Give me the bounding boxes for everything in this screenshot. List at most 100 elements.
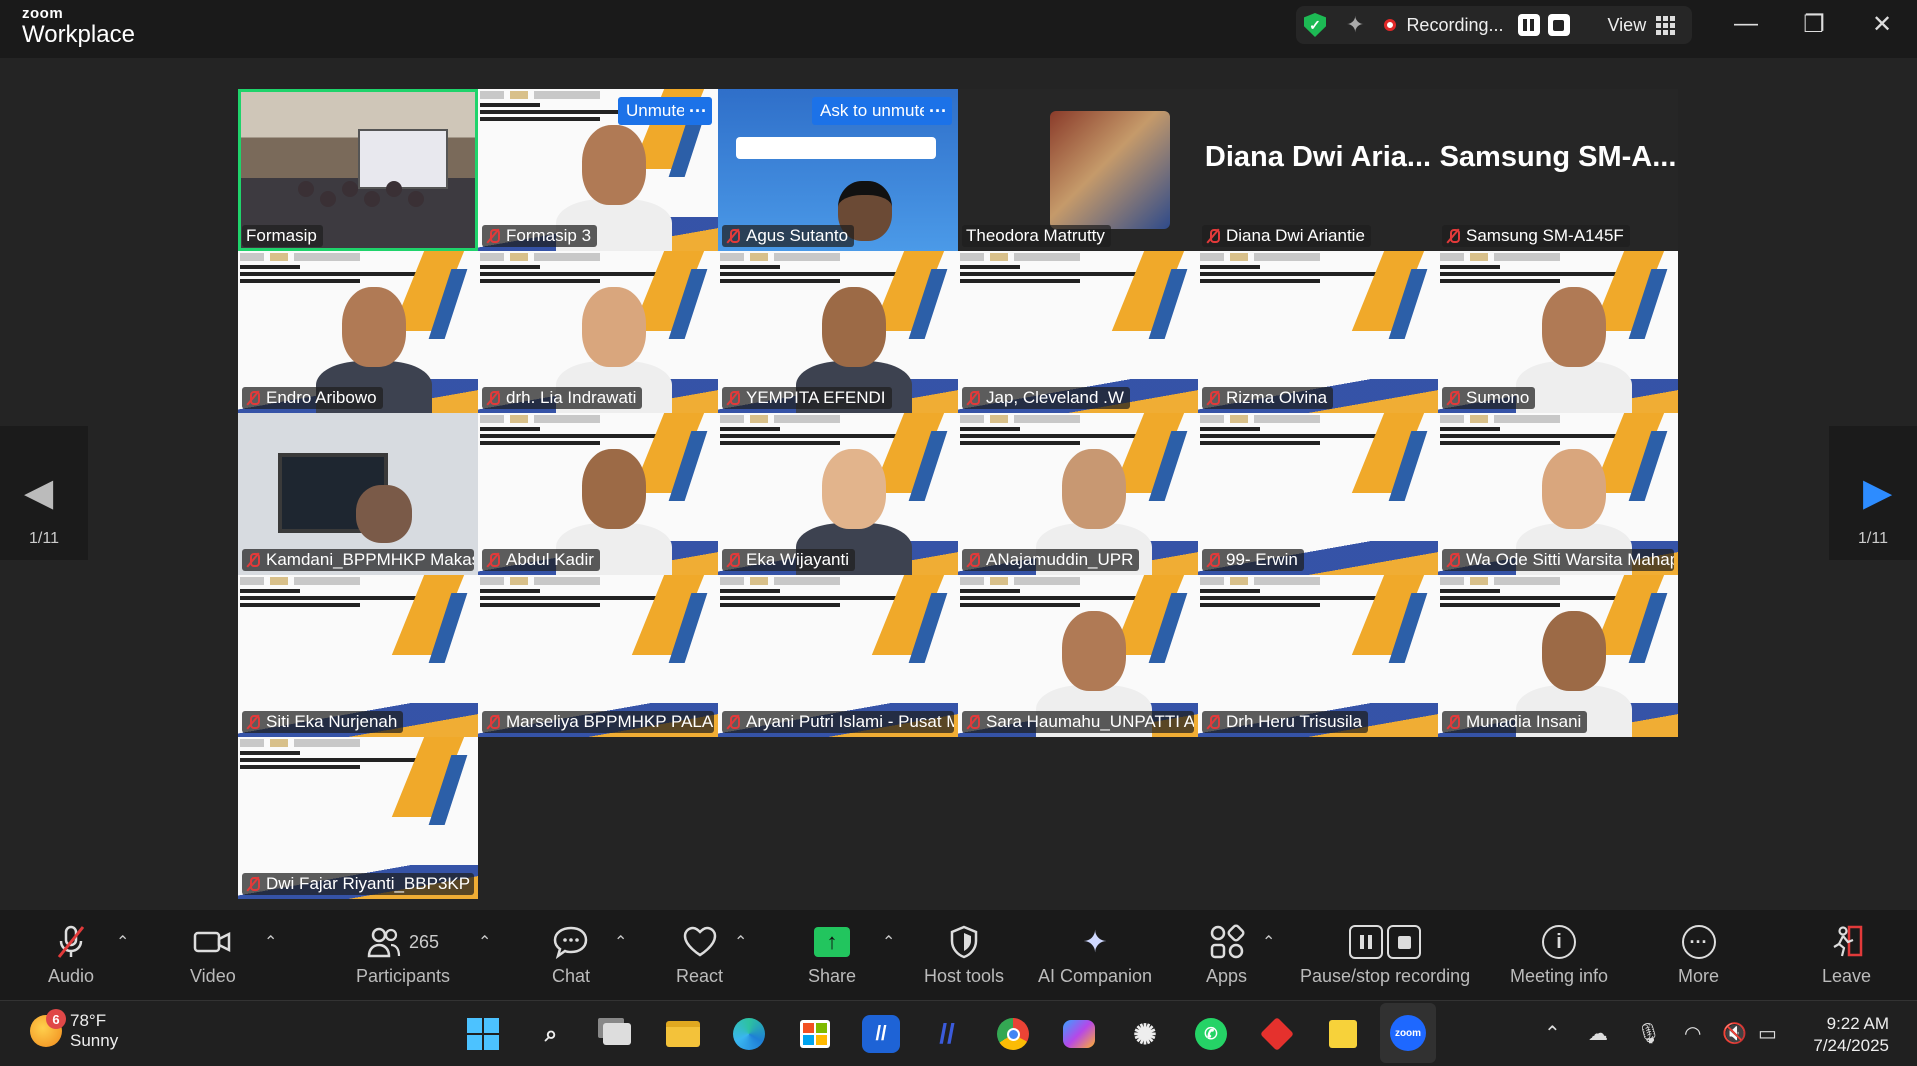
ask-to-unmute-button[interactable]: Ask to unmute xyxy=(812,97,937,125)
chrome-icon[interactable] xyxy=(994,1015,1032,1053)
onedrive-cloud-icon[interactable]: ☁ xyxy=(1588,1021,1608,1046)
participant-more-options-button[interactable]: ··· xyxy=(924,97,952,125)
participant-tile[interactable]: Sumono xyxy=(1438,251,1678,413)
view-button[interactable]: View xyxy=(1608,15,1647,36)
participant-tile[interactable]: Marseliya BPPMHKP PALAN... xyxy=(478,575,718,737)
battery-icon[interactable]: ▭ xyxy=(1758,1021,1777,1046)
audio-options-caret-icon[interactable]: ⌃ xyxy=(116,932,129,952)
close-button[interactable]: ✕ xyxy=(1852,6,1912,42)
pause-recording-button[interactable] xyxy=(1517,14,1540,36)
gallery-grid-icon[interactable] xyxy=(1656,15,1676,35)
meeting-info-button[interactable]: i Meeting info xyxy=(1510,924,1608,987)
participant-tile[interactable]: Dwi Fajar Riyanti_BBP3KP xyxy=(238,737,478,899)
share-options-caret-icon[interactable]: ⌃ xyxy=(882,932,895,952)
participant-tile[interactable]: Munadia Insani xyxy=(1438,575,1678,737)
anydesk-icon[interactable] xyxy=(1258,1015,1296,1053)
chat-button[interactable]: Chat xyxy=(552,924,590,987)
participant-more-options-button[interactable]: ··· xyxy=(684,97,712,125)
participant-name: Diana Dwi Ariantie xyxy=(1226,226,1365,245)
participant-tile[interactable]: Formasip xyxy=(238,89,478,251)
participant-tile[interactable]: drh. Lia Indrawati xyxy=(478,251,718,413)
muted-mic-icon xyxy=(1206,552,1220,568)
copilot-icon[interactable] xyxy=(1060,1015,1098,1053)
whatsapp-icon[interactable]: ✆ xyxy=(1192,1015,1230,1053)
windows-start-icon[interactable] xyxy=(464,1015,502,1053)
task-view-icon[interactable] xyxy=(598,1015,636,1053)
chatgpt-icon[interactable]: ✺ xyxy=(1126,1015,1164,1053)
muted-mic-icon xyxy=(246,552,260,568)
ai-companion-button[interactable]: ✦ AI Companion xyxy=(1038,924,1152,987)
speaker-muted-icon[interactable]: 🔇 xyxy=(1722,1021,1747,1046)
share-button[interactable]: ↑ Share xyxy=(808,924,856,987)
participant-name-tag: Marseliya BPPMHKP PALAN... xyxy=(482,711,714,733)
participant-tile[interactable]: Eka Wijayanti xyxy=(718,413,958,575)
search-icon[interactable]: ⌕ xyxy=(532,1015,570,1053)
pause-stop-recording-button[interactable]: Pause/stop recording xyxy=(1300,924,1470,987)
sticky-notes-icon[interactable] xyxy=(1324,1015,1362,1053)
react-options-caret-icon[interactable]: ⌃ xyxy=(734,932,747,952)
participant-name: Sara Haumahu_UNPATTI Am... xyxy=(986,712,1194,731)
host-tools-button[interactable]: Host tools xyxy=(924,924,1004,987)
participant-tile[interactable]: Jap, Cleveland .W xyxy=(958,251,1198,413)
weather-widget[interactable]: 6 78°F Sunny xyxy=(30,1009,118,1052)
participant-tile[interactable]: Endro Aribowo xyxy=(238,251,478,413)
edge-browser-icon[interactable] xyxy=(730,1015,768,1053)
participant-tile[interactable]: Theodora Matrutty xyxy=(958,89,1198,251)
apps-button[interactable]: Apps xyxy=(1206,924,1247,987)
participant-tile[interactable]: Wa Ode Sitti Warsita Mahap... xyxy=(1438,413,1678,575)
microsoft-store-icon[interactable] xyxy=(796,1015,834,1053)
apps-icon xyxy=(1209,924,1245,960)
participant-tile[interactable]: Diana Dwi Aria... Diana Dwi Ariantie xyxy=(1198,89,1438,251)
system-clock[interactable]: 9:22 AM 7/24/2025 xyxy=(1813,1013,1889,1057)
audio-button[interactable]: Audio xyxy=(48,924,94,987)
participant-name: Drh Heru Trisusila xyxy=(1226,712,1363,731)
chat-options-caret-icon[interactable]: ⌃ xyxy=(614,932,627,952)
participant-tile[interactable]: Sara Haumahu_UNPATTI Am... xyxy=(958,575,1198,737)
video-camera-icon xyxy=(193,924,233,960)
more-button[interactable]: ··· More xyxy=(1678,924,1719,987)
participant-name: Wa Ode Sitti Warsita Mahap... xyxy=(1466,550,1674,569)
unmute-participant-button[interactable]: Unmute xyxy=(618,97,694,125)
participant-tile[interactable]: Siti Eka Nurjenah xyxy=(238,575,478,737)
participant-tile[interactable]: Abdul Kadir xyxy=(478,413,718,575)
encryption-shield-icon[interactable]: ✓ xyxy=(1304,13,1326,37)
participant-tile[interactable]: YEMPITA EFENDI xyxy=(718,251,958,413)
wifi-icon[interactable]: ◠ xyxy=(1684,1021,1701,1046)
show-hidden-icons-chevron-icon[interactable]: ⌃ xyxy=(1544,1021,1561,1046)
participants-options-caret-icon[interactable]: ⌃ xyxy=(478,932,491,952)
stop-recording-button[interactable] xyxy=(1547,14,1570,36)
participants-icon xyxy=(367,927,401,958)
recording-label: Recording... xyxy=(1406,14,1504,35)
audience-head xyxy=(408,191,424,207)
muted-mic-icon xyxy=(486,390,500,406)
file-explorer-icon[interactable] xyxy=(664,1015,702,1053)
next-page-button[interactable]: ▶ 1/11 xyxy=(1829,426,1917,560)
app-slash-icon[interactable]: // xyxy=(928,1015,966,1053)
apps-options-caret-icon[interactable]: ⌃ xyxy=(1262,932,1275,952)
maximize-button[interactable]: ❐ xyxy=(1784,6,1844,42)
participant-name: Siti Eka Nurjenah xyxy=(266,712,398,731)
participant-tile[interactable]: Samsung SM-A... Samsung SM-A145F xyxy=(1438,89,1678,251)
meeting-status-bar: ✓ ✦ Recording... View xyxy=(1296,6,1692,44)
leave-button[interactable]: Leave xyxy=(1822,924,1871,987)
prev-page-button[interactable]: ◀ 1/11 xyxy=(0,426,88,560)
participant-tile[interactable]: ANajamuddin_UPR xyxy=(958,413,1198,575)
participant-tile[interactable]: Unmute ··· Formasip 3 xyxy=(478,89,718,251)
participant-name-tag: Eka Wijayanti xyxy=(722,549,855,571)
participant-tile[interactable]: Ask to unmute ··· Agus Sutanto xyxy=(718,89,958,251)
video-button[interactable]: Video xyxy=(190,924,236,987)
muted-mic-icon xyxy=(966,552,980,568)
ai-companion-status-icon[interactable]: ✦ xyxy=(1346,12,1364,38)
participant-tile[interactable]: Aryani Putri Islami - Pusat M... xyxy=(718,575,958,737)
participant-name: Aryani Putri Islami - Pusat M... xyxy=(746,712,954,731)
minimize-button[interactable]: — xyxy=(1716,6,1776,42)
participants-button[interactable]: 265 Participants xyxy=(356,924,450,987)
participant-tile[interactable]: Kamdani_BPPMHKP Makassar xyxy=(238,413,478,575)
app-blue-icon[interactable]: // xyxy=(862,1015,900,1053)
participant-tile[interactable]: Rizma Olvina xyxy=(1198,251,1438,413)
participant-tile[interactable]: 99- Erwin xyxy=(1198,413,1438,575)
video-options-caret-icon[interactable]: ⌃ xyxy=(264,932,277,952)
participant-tile[interactable]: Drh Heru Trisusila xyxy=(1198,575,1438,737)
microphone-tray-icon[interactable]: 🎙 xyxy=(1636,1021,1661,1046)
react-button[interactable]: React xyxy=(676,924,723,987)
